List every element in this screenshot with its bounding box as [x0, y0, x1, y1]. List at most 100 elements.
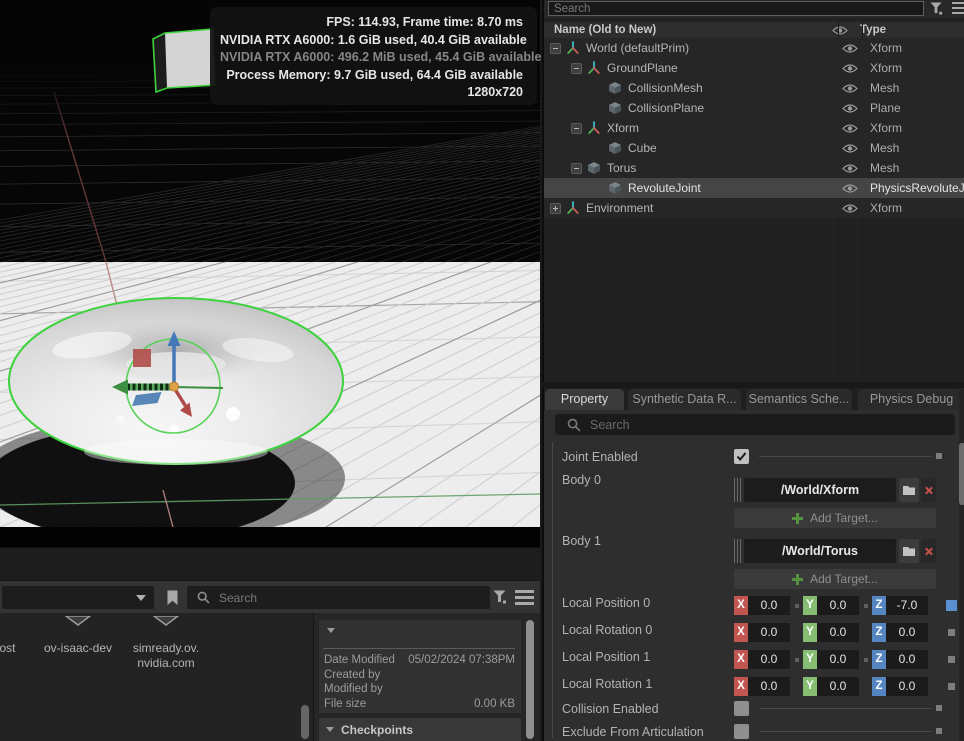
axis-y-badge[interactable]: Y [803, 596, 817, 615]
value-state-indicator[interactable] [936, 453, 942, 459]
tab-synthetic-data-r[interactable]: Synthetic Data R... [628, 389, 741, 410]
visibility-toggle[interactable] [838, 38, 862, 58]
value-state-indicator[interactable] [948, 683, 955, 690]
tab-property[interactable]: Property [545, 389, 624, 410]
axis-z-field[interactable]: 0.0 [886, 623, 928, 642]
axis-y-field[interactable]: 0.0 [817, 623, 859, 642]
axis-x-field[interactable]: 0.0 [748, 677, 790, 696]
axis-x-badge[interactable]: X [734, 623, 748, 642]
viewport-3d[interactable]: FPS: 114.93, Frame time: 8.70 msNVIDIA R… [0, 0, 540, 547]
content-item[interactable]: simready.ov.nvidia.com [118, 613, 214, 671]
stage-tree-row[interactable]: GroundPlane Xform [544, 58, 964, 78]
property-search-input[interactable] [590, 418, 862, 432]
prim-name-cell[interactable]: Cube [544, 138, 838, 158]
property-scrollbar-thumb[interactable] [959, 443, 964, 505]
visibility-toggle[interactable] [838, 158, 862, 178]
prim-name-cell[interactable]: World (defaultPrim) [544, 38, 838, 58]
axis-y-badge[interactable]: Y [803, 677, 817, 696]
info-collapse-icon[interactable] [327, 628, 335, 633]
body1-remove-button[interactable] [921, 539, 936, 563]
tab-physics-debug[interactable]: Physics Debug [858, 389, 964, 410]
gizmo-center-handle[interactable] [170, 382, 179, 391]
axis-y-field[interactable]: 0.0 [817, 677, 859, 696]
axis-y-badge[interactable]: Y [803, 623, 817, 642]
prim-name-cell[interactable]: CollisionPlane [544, 98, 838, 118]
path-dropdown-icon[interactable] [136, 595, 146, 601]
prim-name-cell[interactable]: GroundPlane [544, 58, 838, 78]
body0-add-target-button[interactable]: Add Target... [734, 508, 936, 528]
stage-tree-row[interactable]: Torus Mesh [544, 158, 964, 178]
joint-enabled-checkbox[interactable] [734, 449, 749, 464]
axis-z-field[interactable]: -7.0 [886, 596, 928, 615]
prim-name-cell[interactable]: Environment [544, 198, 838, 218]
stage-tree-row[interactable]: RevoluteJoint PhysicsRevoluteJoint [544, 178, 964, 198]
stage-filter-button[interactable] [930, 2, 943, 20]
bookmark-button[interactable] [161, 587, 183, 609]
axis-z-badge[interactable]: Z [872, 650, 886, 669]
axis-z-field[interactable]: 0.0 [886, 677, 928, 696]
checkpoints-collapse-icon[interactable] [326, 727, 334, 732]
value-state-indicator[interactable] [936, 728, 942, 734]
visibility-toggle[interactable] [838, 138, 862, 158]
prim-name-cell[interactable]: Torus [544, 158, 838, 178]
file-grid-scrollbar[interactable] [301, 705, 309, 739]
property-search-field[interactable] [555, 414, 955, 435]
visibility-toggle[interactable] [838, 58, 862, 78]
torus-mesh[interactable] [9, 298, 343, 465]
expand-toggle[interactable] [571, 123, 582, 134]
stage-options-menu-icon[interactable] [952, 2, 964, 14]
stage-search-input[interactable] [554, 3, 816, 15]
axis-z-badge[interactable]: Z [872, 677, 886, 696]
axis-y-badge[interactable]: Y [803, 650, 817, 669]
column-type[interactable]: Type [852, 24, 886, 36]
drag-handle-icon[interactable] [734, 478, 741, 502]
content-search-field[interactable] [187, 586, 490, 609]
stage-search-field[interactable] [548, 1, 924, 16]
cube-mesh[interactable] [153, 29, 215, 92]
axis-z-badge[interactable]: Z [872, 623, 886, 642]
expand-toggle[interactable] [571, 63, 582, 74]
expand-toggle[interactable] [571, 163, 582, 174]
axis-x-badge[interactable]: X [734, 677, 748, 696]
property-checkbox[interactable] [734, 701, 749, 716]
axis-x-badge[interactable]: X [734, 596, 748, 615]
stage-tree-row[interactable]: Environment Xform [544, 198, 964, 218]
stage-tree-row[interactable]: World (defaultPrim) Xform [544, 38, 964, 58]
property-checkbox[interactable] [734, 724, 749, 739]
path-breadcrumb-field[interactable] [2, 586, 154, 609]
value-state-indicator[interactable] [948, 629, 955, 636]
axis-x-field[interactable]: 0.0 [748, 596, 790, 615]
content-options-menu-icon[interactable] [515, 590, 534, 605]
visibility-toggle[interactable] [838, 118, 862, 138]
visibility-toggle[interactable] [838, 98, 862, 118]
axis-y-field[interactable]: 0.0 [817, 650, 859, 669]
value-state-indicator[interactable] [936, 705, 942, 711]
axis-x-field[interactable]: 0.0 [748, 623, 790, 642]
tab-semantics-sche[interactable]: Semantics Sche... [746, 389, 852, 410]
drag-handle-icon[interactable] [734, 539, 741, 563]
prim-name-cell[interactable]: Xform [544, 118, 838, 138]
visibility-toggle[interactable] [838, 198, 862, 218]
value-state-indicator[interactable] [948, 656, 955, 663]
body0-browse-button[interactable] [899, 478, 919, 502]
axis-x-badge[interactable]: X [734, 650, 748, 669]
checkpoints-section-header[interactable]: Checkpoints [319, 718, 521, 741]
prim-name-cell[interactable]: CollisionMesh [544, 78, 838, 98]
gizmo-plane-handle-red[interactable] [133, 349, 151, 367]
visibility-toggle[interactable] [838, 78, 862, 98]
stage-tree-row[interactable]: Xform Xform [544, 118, 964, 138]
visibility-toggle[interactable] [838, 178, 862, 198]
property-scrollbar-track[interactable] [959, 388, 964, 741]
column-name[interactable]: Name (Old to New) [544, 24, 828, 36]
body1-add-target-button[interactable]: Add Target... [734, 569, 936, 589]
body1-browse-button[interactable] [899, 539, 919, 563]
body0-target-path[interactable]: /World/Xform [744, 478, 896, 502]
axis-z-badge[interactable]: Z [872, 596, 886, 615]
content-item[interactable]: ov-isaac-dev [30, 613, 126, 656]
expand-toggle[interactable] [550, 203, 561, 214]
axis-x-field[interactable]: 0.0 [748, 650, 790, 669]
details-scrollbar[interactable] [526, 620, 534, 739]
content-search-input[interactable] [219, 591, 424, 605]
body1-target-path[interactable]: /World/Torus [744, 539, 896, 563]
expand-toggle[interactable] [550, 43, 561, 54]
